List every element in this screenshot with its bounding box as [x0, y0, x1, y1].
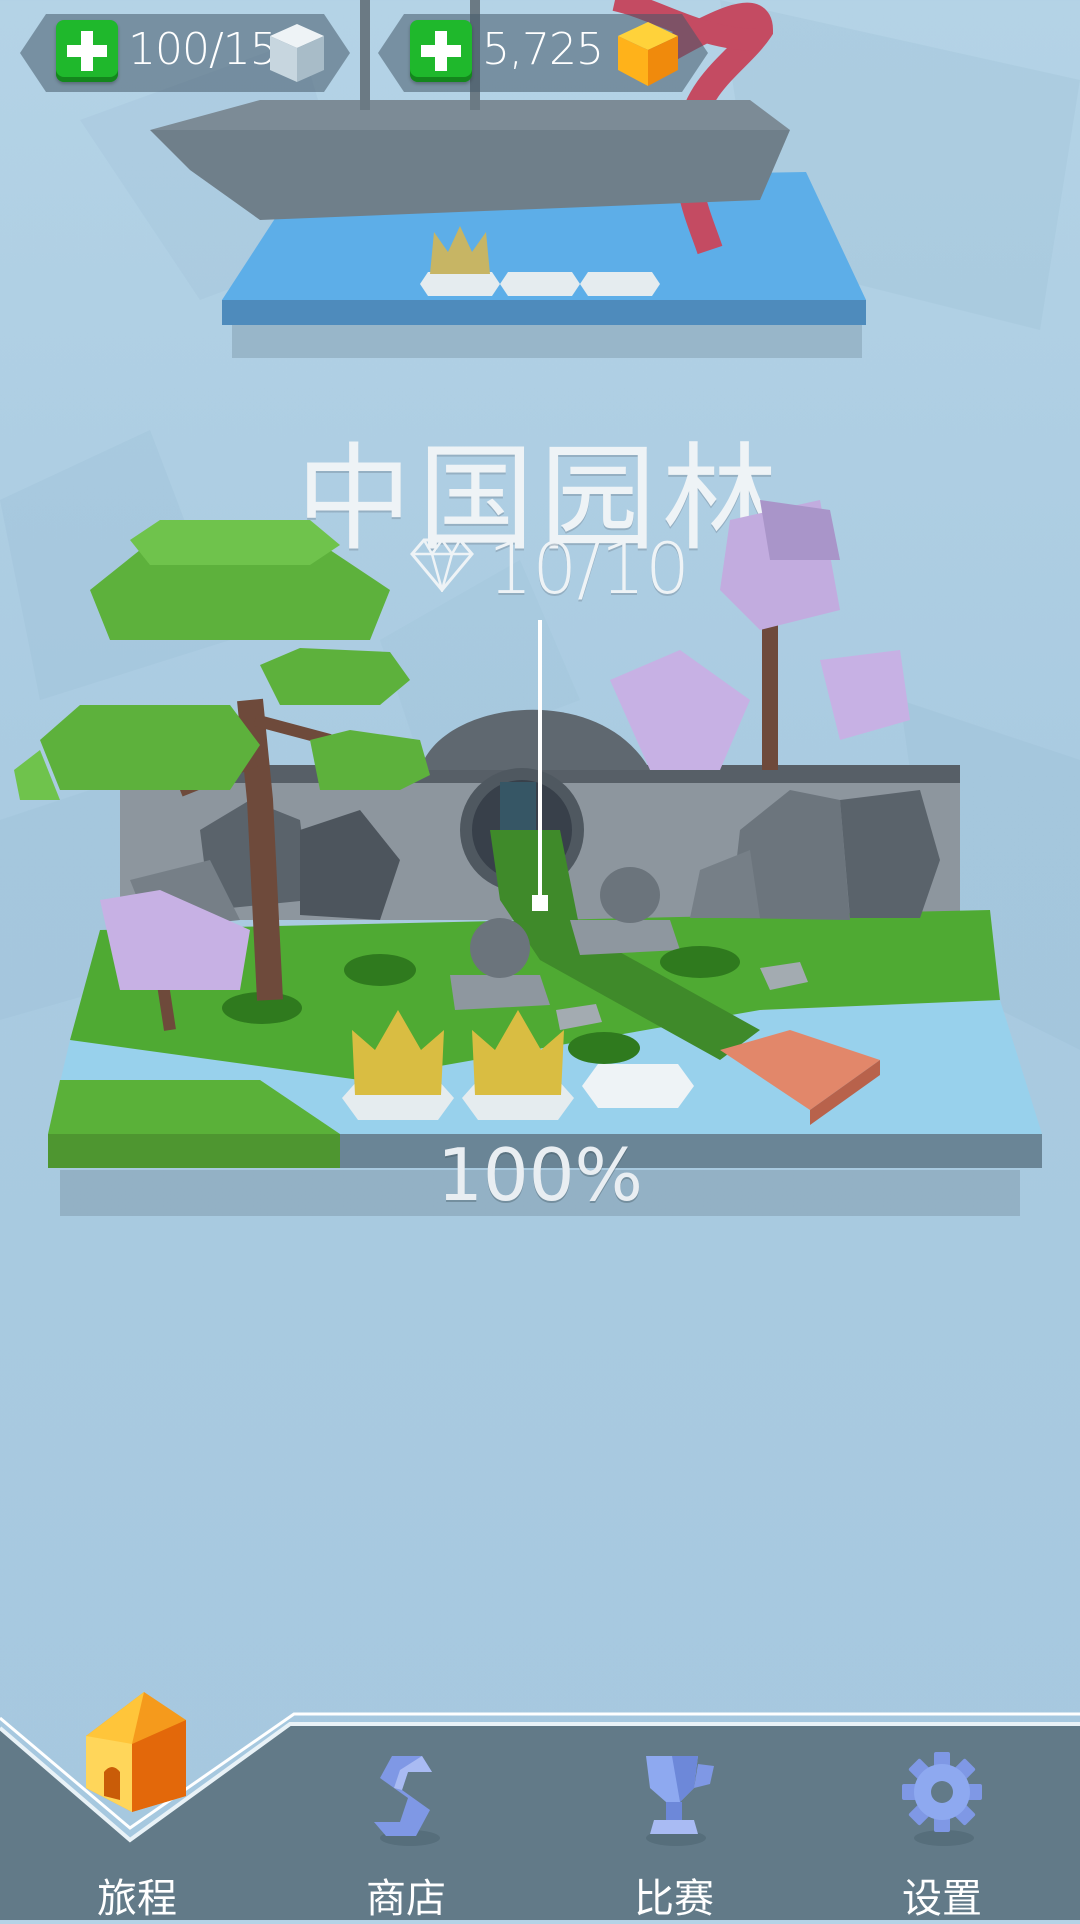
nav-contest[interactable]: 比赛 — [594, 1740, 754, 1922]
bush — [344, 954, 416, 986]
nav-contest-label: 比赛 — [634, 1876, 714, 1922]
level-progress: 100% — [437, 1133, 643, 1217]
nav-settings-label: 设置 — [902, 1876, 982, 1922]
nav-shop-label: 商店 — [366, 1876, 446, 1922]
pine-foliage — [260, 648, 410, 705]
rock — [840, 790, 940, 918]
statue-base — [570, 920, 680, 955]
garden-level-island[interactable] — [0, 0, 1080, 1920]
nav-journey-label: 旅程 — [97, 1876, 177, 1922]
pine-foliage — [40, 705, 260, 790]
pine-foliage — [310, 730, 430, 790]
gear-icon — [902, 1752, 982, 1846]
bush — [568, 1032, 640, 1064]
pedestal — [582, 1064, 694, 1108]
gate-roof — [420, 709, 650, 770]
lion-statue — [470, 918, 530, 978]
bush — [660, 946, 740, 978]
blossom-foliage — [820, 650, 910, 740]
shop-s-icon — [374, 1756, 440, 1846]
trophy-icon — [646, 1756, 714, 1846]
nav-journey[interactable]: 旅程 — [52, 1686, 222, 1922]
nav-shop[interactable]: 商店 — [326, 1740, 486, 1922]
nav-settings[interactable]: 设置 — [862, 1740, 1022, 1922]
lion-statue — [600, 867, 660, 923]
level-marker-dot — [532, 895, 548, 911]
statue-base — [450, 975, 550, 1010]
house-icon — [86, 1692, 186, 1812]
